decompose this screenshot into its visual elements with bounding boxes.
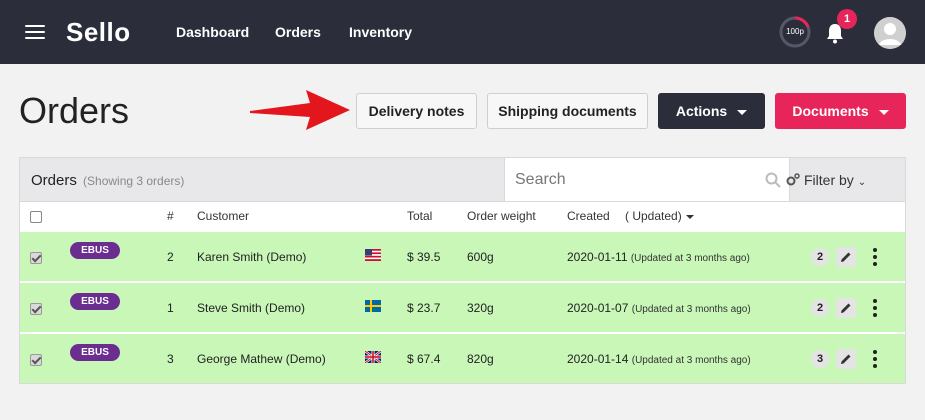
customer-name[interactable]: George Mathew (Demo) — [197, 352, 326, 366]
order-created: 2020-01-14 (Updated at 3 months ago) — [567, 352, 751, 366]
nav-orders-link[interactable]: Orders — [275, 24, 321, 40]
panel-header: Orders (Showing 3 orders) Filter by ⌄ — [20, 158, 905, 202]
channel-tag: EBUS — [70, 242, 120, 259]
order-number: 2 — [167, 250, 174, 264]
updated-text: (Updated at 3 months ago) — [631, 355, 751, 366]
table-row[interactable]: EBUS 2 Karen Smith (Demo) $ 39.5 600g 20… — [20, 231, 905, 281]
column-header-updated[interactable]: ( Updated) — [625, 209, 694, 223]
channel-tag: EBUS — [70, 293, 120, 310]
documents-label: Documents — [792, 103, 869, 119]
order-created: 2020-01-11 (Updated at 3 months ago) — [567, 250, 750, 264]
pencil-icon — [841, 354, 851, 364]
column-header-total[interactable]: Total — [407, 209, 432, 223]
panel-title-text: Orders — [31, 172, 77, 189]
row-checkbox[interactable] — [30, 303, 42, 315]
chevron-down-icon: ⌄ — [857, 177, 867, 188]
row-checkbox[interactable] — [30, 354, 42, 366]
uk-flag-icon — [365, 351, 381, 363]
row-checkbox[interactable] — [30, 252, 42, 264]
updated-text: (Updated at 3 months ago) — [630, 253, 750, 264]
item-count-badge[interactable]: 3 — [811, 350, 829, 368]
gears-icon — [786, 173, 800, 186]
nav-inventory-link[interactable]: Inventory — [349, 24, 412, 40]
red-arrow-annotation-icon — [250, 90, 350, 130]
documents-dropdown-button[interactable]: Documents — [775, 93, 906, 129]
order-total: $ 39.5 — [407, 250, 441, 264]
notification-count-badge[interactable]: 1 — [837, 9, 857, 29]
actions-label: Actions — [675, 103, 728, 119]
top-nav-bar: Sello Dashboard Orders Inventory 100p 1 — [0, 0, 925, 64]
order-number: 1 — [167, 301, 174, 315]
item-count-badge[interactable]: 2 — [811, 248, 829, 266]
order-weight: 600g — [467, 250, 494, 264]
updated-label: ( Updated — [625, 209, 678, 223]
panel-subtitle: (Showing 3 orders) — [83, 174, 185, 188]
channel-tag: EBUS — [70, 344, 120, 361]
user-avatar[interactable] — [874, 17, 906, 49]
search-icon[interactable] — [765, 172, 781, 188]
edit-button[interactable] — [836, 247, 856, 267]
table-row[interactable]: EBUS 3 George Mathew (Demo) $ 67.4 820g … — [20, 333, 905, 383]
updated-text: (Updated at 3 months ago) — [631, 304, 751, 315]
se-flag-icon — [365, 300, 381, 312]
pencil-icon — [841, 303, 851, 313]
filter-by-label: Filter by — [804, 172, 854, 188]
column-header-order-weight[interactable]: Order weight — [467, 209, 536, 223]
created-date: 2020-01-07 — [567, 301, 629, 315]
created-date: 2020-01-14 — [567, 352, 629, 366]
orders-panel: Orders (Showing 3 orders) Filter by ⌄ # … — [19, 157, 906, 384]
edit-button[interactable] — [836, 298, 856, 318]
customer-name[interactable]: Karen Smith (Demo) — [197, 250, 306, 264]
panel-title: Orders (Showing 3 orders) — [31, 172, 184, 189]
hamburger-menu-icon[interactable] — [25, 25, 45, 39]
table-row[interactable]: EBUS 1 Steve Smith (Demo) $ 23.7 320g 20… — [20, 282, 905, 332]
app-logo[interactable]: Sello — [66, 17, 131, 48]
page-title: Orders — [19, 90, 130, 131]
progress-label: 100p — [786, 27, 804, 36]
more-options-icon[interactable] — [873, 350, 877, 368]
order-weight: 820g — [467, 352, 494, 366]
pencil-icon — [841, 252, 851, 262]
actions-dropdown-button[interactable]: Actions — [658, 93, 765, 129]
us-flag-icon — [365, 249, 381, 261]
search-input[interactable] — [515, 169, 755, 191]
progress-ring-icon[interactable]: 100p — [779, 16, 811, 48]
customer-name[interactable]: Steve Smith (Demo) — [197, 301, 305, 315]
created-date: 2020-01-11 — [567, 250, 628, 264]
order-number: 3 — [167, 352, 174, 366]
order-created: 2020-01-07 (Updated at 3 months ago) — [567, 301, 751, 315]
caret-down-icon — [878, 109, 889, 115]
column-header-created[interactable]: Created — [567, 209, 610, 223]
column-header-number[interactable]: # — [167, 209, 174, 223]
caret-down-icon — [737, 109, 748, 115]
order-weight: 320g — [467, 301, 494, 315]
item-count-badge[interactable]: 2 — [811, 299, 829, 317]
delivery-notes-button[interactable]: Delivery notes — [356, 93, 477, 129]
order-total: $ 23.7 — [407, 301, 441, 315]
more-options-icon[interactable] — [873, 299, 877, 317]
search-box[interactable] — [504, 158, 790, 201]
column-header-customer[interactable]: Customer — [197, 209, 249, 223]
filter-by-dropdown[interactable]: Filter by ⌄ — [786, 172, 867, 188]
nav-dashboard-link[interactable]: Dashboard — [176, 24, 249, 40]
edit-button[interactable] — [836, 349, 856, 369]
order-total: $ 67.4 — [407, 352, 441, 366]
more-options-icon[interactable] — [873, 248, 877, 266]
shipping-documents-button[interactable]: Shipping documents — [487, 93, 648, 129]
caret-down-icon — [685, 214, 694, 219]
select-all-checkbox[interactable] — [30, 211, 42, 223]
